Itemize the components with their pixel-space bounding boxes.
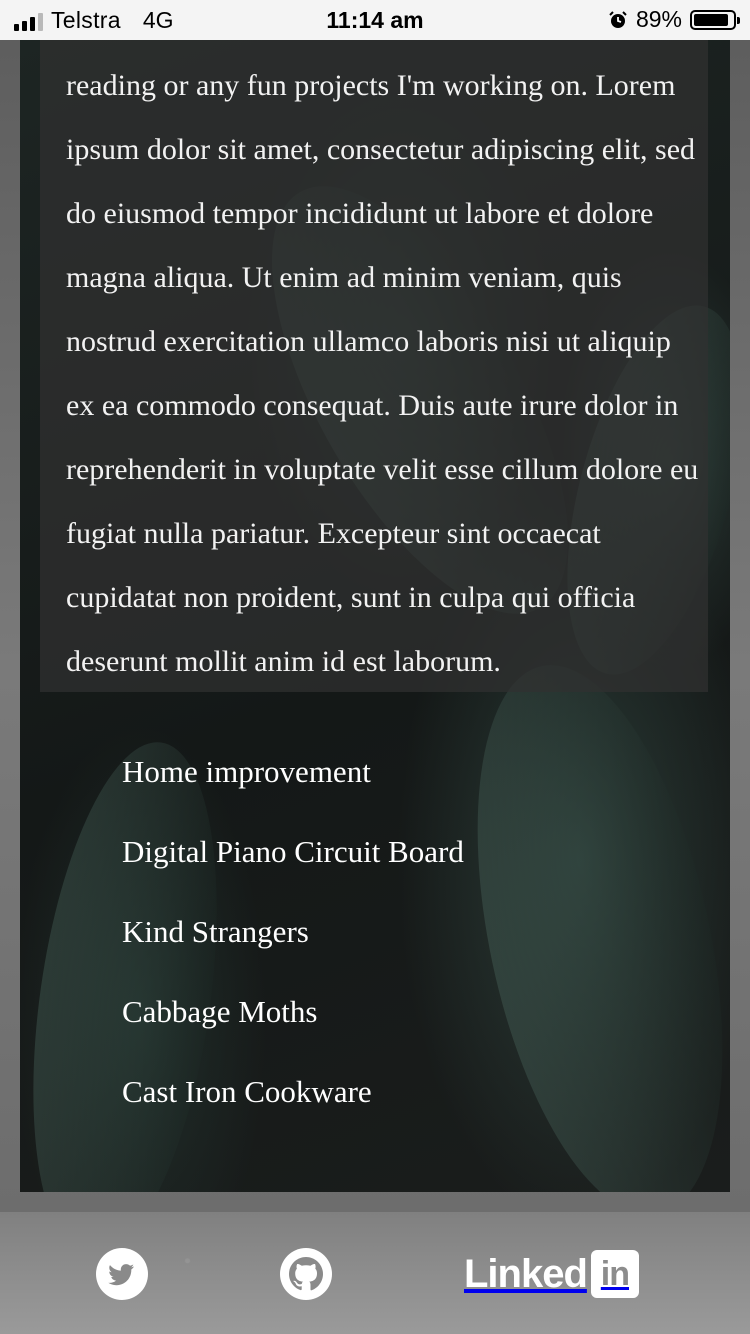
linkedin-icon[interactable]: Linked in bbox=[464, 1248, 639, 1300]
github-icon[interactable] bbox=[280, 1248, 332, 1300]
list-item: Cabbage Moths bbox=[122, 980, 464, 1060]
about-text-box: reading or any fun projects I'm working … bbox=[40, 40, 708, 692]
linkedin-wordmark: Linked bbox=[464, 1251, 588, 1296]
about-paragraph: reading or any fun projects I'm working … bbox=[66, 69, 699, 678]
post-link-digital-piano[interactable]: Digital Piano Circuit Board bbox=[122, 820, 464, 884]
status-bar: Telstra 4G 11:14 am 89% bbox=[0, 0, 750, 40]
battery-icon bbox=[690, 9, 740, 30]
leaf-decoration bbox=[434, 643, 730, 1192]
post-link-cabbage-moths[interactable]: Cabbage Moths bbox=[122, 980, 317, 1044]
post-link-cast-iron[interactable]: Cast Iron Cookware bbox=[122, 1060, 372, 1124]
list-item: Cast Iron Cookware bbox=[122, 1060, 464, 1140]
list-item: Digital Piano Circuit Board bbox=[122, 820, 464, 900]
alarm-clock-icon bbox=[609, 10, 627, 28]
list-item: Kind Strangers bbox=[122, 900, 464, 980]
post-list: Home improvement Digital Piano Circuit B… bbox=[122, 740, 464, 1140]
linkedin-box: in bbox=[590, 1250, 639, 1298]
twitter-icon[interactable] bbox=[96, 1248, 148, 1300]
post-link-home-improvement[interactable]: Home improvement bbox=[122, 740, 371, 804]
footer: Linked in bbox=[0, 1212, 750, 1334]
list-item: Home improvement bbox=[122, 740, 464, 820]
content-panel: reading or any fun projects I'm working … bbox=[20, 40, 730, 1192]
battery-percentage: 89% bbox=[635, 6, 682, 32]
post-link-kind-strangers[interactable]: Kind Strangers bbox=[122, 900, 309, 964]
